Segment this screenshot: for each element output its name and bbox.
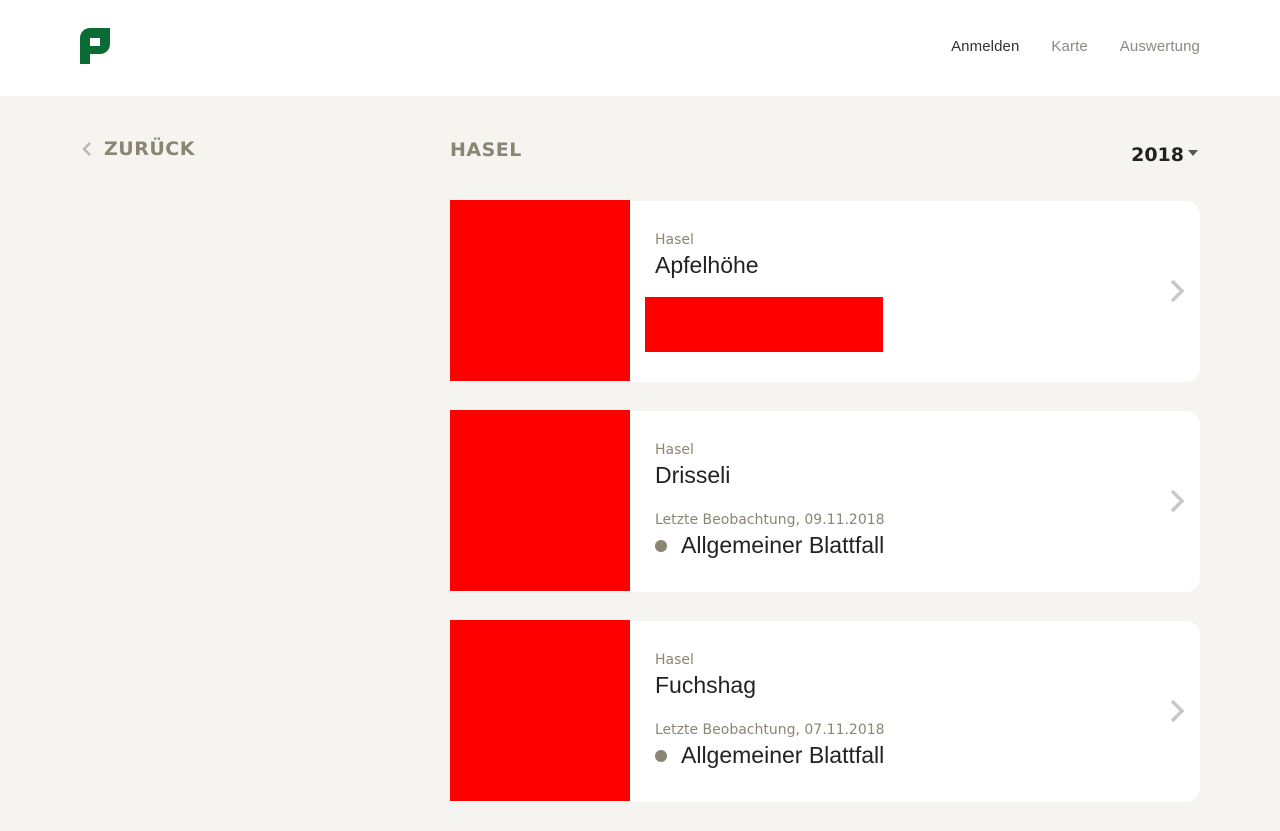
- station-card-fuchshag[interactable]: Hasel Fuchshag Letzte Beobachtung, 07.11…: [450, 620, 1200, 802]
- observation-phase-row: Allgemeiner Blattfall: [655, 742, 884, 769]
- last-observation-label: Letzte Beobachtung, 07.11.2018: [655, 722, 885, 738]
- page-title: HASEL: [450, 139, 522, 161]
- chevron-left-icon: [82, 142, 91, 156]
- card-species: Hasel: [655, 232, 694, 248]
- back-button[interactable]: ZURÜCK: [80, 138, 195, 160]
- nav-anmelden[interactable]: Anmelden: [951, 38, 1019, 55]
- year-select[interactable]: 2018: [1131, 144, 1198, 166]
- observation-phase: Allgemeiner Blattfall: [681, 742, 885, 768]
- chevron-right-icon: [1170, 699, 1185, 723]
- station-card-apfelhoehe[interactable]: Hasel Apfelhöhe: [450, 200, 1200, 382]
- main-nav: Anmelden Karte Auswertung: [951, 38, 1200, 55]
- station-card-drisseli[interactable]: Hasel Drisseli Letzte Beobachtung, 09.11…: [450, 410, 1200, 592]
- station-image-placeholder: [450, 620, 630, 801]
- caret-down-icon: [1188, 150, 1198, 156]
- nav-karte[interactable]: Karte: [1051, 38, 1087, 55]
- card-species: Hasel: [655, 652, 694, 668]
- chevron-right-icon: [1170, 279, 1185, 303]
- observation-phase-row: Allgemeiner Blattfall: [655, 532, 884, 559]
- card-species: Hasel: [655, 442, 694, 458]
- year-select-value: 2018: [1131, 144, 1184, 166]
- chevron-right-icon: [1170, 489, 1185, 513]
- top-header: Anmelden Karte Auswertung: [0, 0, 1280, 96]
- nav-auswertung[interactable]: Auswertung: [1120, 38, 1200, 55]
- logo-icon[interactable]: [80, 28, 110, 64]
- card-station-name: Fuchshag: [655, 672, 757, 698]
- station-image-placeholder: [450, 410, 630, 591]
- station-image-placeholder: [450, 200, 630, 381]
- phase-dot-icon: [655, 539, 667, 552]
- card-station-name: Drisseli: [655, 462, 731, 488]
- observation-placeholder: [645, 297, 883, 352]
- card-station-name: Apfelhöhe: [655, 252, 759, 278]
- last-observation-label: Letzte Beobachtung, 09.11.2018: [655, 512, 885, 528]
- observation-phase: Allgemeiner Blattfall: [681, 532, 885, 558]
- phase-dot-icon: [655, 749, 667, 762]
- back-label: ZURÜCK: [104, 138, 195, 160]
